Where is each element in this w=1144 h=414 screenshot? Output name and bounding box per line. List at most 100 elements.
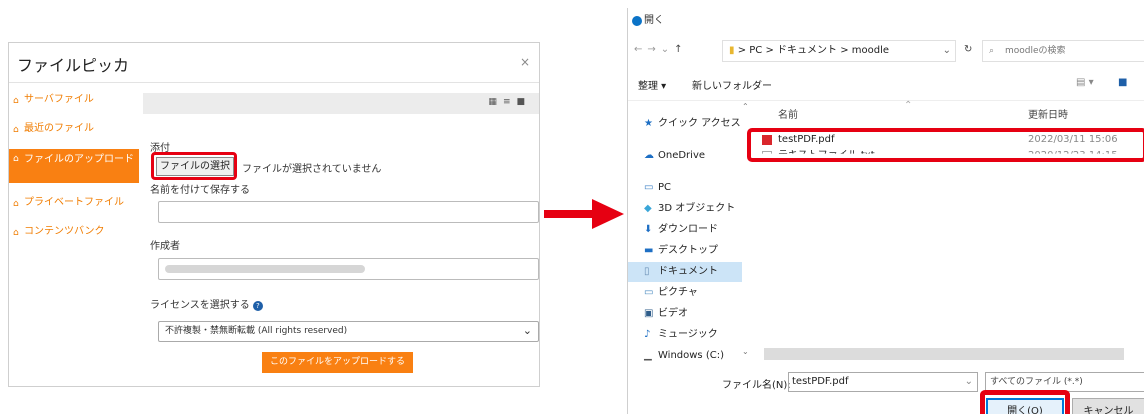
chevron-down-icon[interactable]: ⌄: [943, 41, 951, 61]
nav-label: ビデオ: [658, 308, 688, 319]
author-label: 作成者: [150, 241, 180, 252]
license-value: 不許複製・禁無断転載 (All rights reserved): [165, 326, 348, 336]
highlight-box: [747, 128, 1144, 162]
new-folder-button[interactable]: 新しいフォルダー: [692, 77, 772, 92]
close-icon[interactable]: ×: [520, 55, 530, 69]
saveas-label: 名前を付けて保存する: [150, 185, 250, 196]
search-placeholder: moodleの検索: [1005, 46, 1066, 56]
column-date[interactable]: 更新日時: [1028, 106, 1068, 121]
pc-icon: ▭: [644, 182, 654, 193]
picker-header: ファイルピッカ ×: [9, 43, 539, 83]
recent-chevron-icon[interactable]: ⌄: [661, 44, 674, 55]
open-file-dialog: 開く ←→⌄↑ ▮ > PC > ドキュメント > moodle ⌄ ↻ ⌕ m…: [627, 8, 1144, 414]
repo-label: サーバファイル: [24, 94, 94, 105]
dialog-footer: ファイル名(N): testPDF.pdf ⌄ すべてのファイル (*.*) 開…: [628, 368, 1144, 414]
cloud-icon: ☁: [644, 150, 654, 161]
file-picker-dialog: ファイルピッカ × ⌂ サーバファイル ⌂ 最近のファイル ⌂ ファイルのアップ…: [8, 42, 540, 387]
repo-server-files[interactable]: ⌂ サーバファイル: [9, 91, 139, 109]
address-bar[interactable]: ▮ > PC > ドキュメント > moodle ⌄: [722, 40, 956, 62]
column-name[interactable]: 名前: [778, 106, 798, 121]
upload-file-button[interactable]: このファイルをアップロードする: [262, 352, 414, 373]
filename-input[interactable]: testPDF.pdf ⌄: [788, 372, 978, 392]
blurred-author-name: [165, 265, 365, 273]
video-icon: ▣: [644, 308, 654, 319]
nav-item-music[interactable]: ♪ ミュージック: [628, 325, 742, 345]
repo-label: ファイルのアップロード: [24, 154, 134, 165]
picker-title: ファイルピッカ: [17, 56, 130, 75]
refresh-icon[interactable]: ↻: [964, 44, 972, 55]
nav-item-3d-objects[interactable]: ◆ 3D オブジェクト: [628, 199, 742, 219]
repo-recent-files[interactable]: ⌂ 最近のファイル: [9, 120, 139, 138]
search-input[interactable]: ⌕ moodleの検索: [982, 40, 1144, 62]
list-view-icon[interactable]: ≡: [503, 97, 517, 107]
filetype-select[interactable]: すべてのファイル (*.*): [985, 372, 1144, 392]
author-input[interactable]: [158, 258, 539, 280]
repository-icon: ⌂: [13, 125, 19, 135]
saveas-input[interactable]: [158, 201, 539, 223]
folder-view-icon[interactable]: ■: [516, 97, 531, 107]
breadcrumb: > PC > ドキュメント > moodle: [737, 45, 890, 56]
repo-upload-file[interactable]: ⌂ ファイルのアップロード: [9, 149, 139, 183]
preview-pane-icon[interactable]: ■: [1118, 77, 1127, 88]
column-header: 名前 ⌃ 更新日時: [756, 100, 1144, 122]
grid-view-icon[interactable]: ▦: [488, 97, 503, 107]
nav-item-videos[interactable]: ▣ ビデオ: [628, 304, 742, 324]
sort-chevron-icon: ⌃: [904, 100, 913, 111]
nav-label: OneDrive: [658, 150, 706, 161]
license-label: ライセンスを選択する: [150, 300, 250, 311]
star-icon: ★: [644, 118, 653, 129]
nav-item-downloads[interactable]: ⬇ ダウンロード: [628, 220, 742, 240]
nav-label: デスクトップ: [658, 245, 718, 256]
navigation-pane: ★ クイック アクセス ☁ OneDrive ▭ PC ◆ 3D オブジェクト …: [628, 104, 742, 367]
nav-item-desktop[interactable]: ▬ デスクトップ: [628, 241, 742, 261]
arrow-right-icon: [544, 199, 624, 229]
document-icon: ▯: [644, 266, 650, 277]
desktop-icon: ▬: [644, 245, 654, 256]
edge-browser-icon: [632, 16, 642, 26]
command-bar: 整理 ▾ 新しいフォルダー ▤ ▾ ■: [628, 74, 1144, 94]
nav-item-quick-access[interactable]: ★ クイック アクセス: [628, 114, 742, 134]
nav-item-windows-drive[interactable]: ▁ Windows (C:): [628, 346, 742, 366]
file-input-row: ファイルの選択 ファイルが選択されていません: [150, 152, 540, 180]
repo-label: コンテンツバンク: [24, 226, 105, 237]
cancel-button[interactable]: キャンセル: [1072, 398, 1144, 414]
repo-label: プライベートファイル: [24, 197, 124, 208]
view-mode-icons[interactable]: ▦≡■: [488, 97, 531, 107]
repository-list: ⌂ サーバファイル ⌂ 最近のファイル ⌂ ファイルのアップロード ⌂ プライベ…: [9, 91, 139, 252]
help-icon[interactable]: ?: [252, 301, 263, 311]
nav-label: ピクチャ: [658, 287, 698, 298]
search-icon: ⌕: [989, 46, 995, 56]
navigation-bar: ←→⌄↑ ▮ > PC > ドキュメント > moodle ⌄ ↻ ⌕ mood…: [634, 40, 1144, 62]
nav-label: ダウンロード: [658, 224, 718, 235]
repo-private-files[interactable]: ⌂ プライベートファイル: [9, 194, 139, 212]
drive-icon: ▁: [644, 350, 652, 361]
license-select[interactable]: 不許複製・禁無断転載 (All rights reserved) ⌄: [158, 321, 539, 342]
tutorial-screenshot: ファイルピッカ × ⌂ サーバファイル ⌂ 最近のファイル ⌂ ファイルのアップ…: [0, 0, 1144, 414]
chevron-down-icon: ⌄: [522, 324, 532, 337]
repository-icon: ⌂: [13, 154, 19, 164]
forward-arrow-icon[interactable]: →: [647, 44, 660, 55]
scroll-up-icon[interactable]: ⌃: [742, 102, 752, 111]
scroll-down-icon[interactable]: ⌄: [742, 347, 749, 356]
file-status: ファイルが選択されていません: [242, 164, 382, 175]
dialog-titlebar: 開く: [628, 8, 1144, 34]
up-arrow-icon[interactable]: ↑: [674, 44, 687, 55]
nav-item-documents[interactable]: ▯ ドキュメント: [628, 262, 742, 282]
nav-label: クイック アクセス: [658, 118, 741, 129]
nav-label: ミュージック: [658, 329, 718, 340]
repo-content-bank[interactable]: ⌂ コンテンツバンク: [9, 223, 139, 241]
repository-icon: ⌂: [13, 228, 19, 238]
highlight-box: [980, 390, 1070, 414]
organize-button[interactable]: 整理 ▾: [638, 77, 666, 92]
nav-item-onedrive[interactable]: ☁ OneDrive: [628, 146, 742, 166]
horizontal-scrollbar[interactable]: [764, 348, 1124, 360]
chevron-down-icon[interactable]: ⌄: [965, 373, 973, 391]
music-icon: ♪: [644, 329, 651, 340]
filename-label: ファイル名(N):: [722, 380, 791, 391]
view-options-icon[interactable]: ▤ ▾: [1076, 77, 1094, 88]
nav-label: PC: [658, 182, 672, 193]
back-arrow-icon[interactable]: ←: [634, 44, 647, 55]
nav-item-pc[interactable]: ▭ PC: [628, 178, 742, 198]
license-label-row: ライセンスを選択する?: [150, 296, 540, 311]
nav-item-pictures[interactable]: ▭ ピクチャ: [628, 283, 742, 303]
